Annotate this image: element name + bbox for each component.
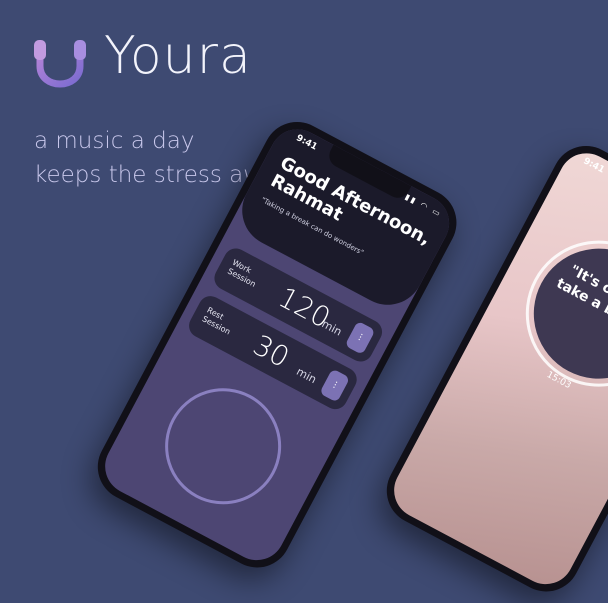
player-quote: "It's okay to take a break" (553, 262, 608, 340)
app-title: Youra (104, 26, 252, 86)
session-label: Work Session (226, 257, 258, 289)
headphones-icon (34, 40, 86, 88)
session-unit: min (294, 364, 319, 387)
session-label: Rest Session (200, 305, 232, 337)
session-value: 30 (247, 328, 295, 375)
adjust-icon[interactable]: ⫶ (319, 368, 351, 403)
timer-dial[interactable] (144, 367, 302, 525)
status-time: 9:41 (581, 156, 606, 176)
adjust-icon[interactable]: ⫶ (344, 320, 376, 355)
tagline-line-1: a music a day (34, 128, 195, 154)
session-unit: min (319, 317, 344, 339)
